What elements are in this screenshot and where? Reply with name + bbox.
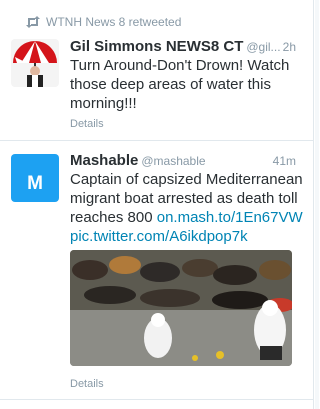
author-name[interactable]: Gil Simmons NEWS8 CT: [70, 38, 243, 55]
migrant-boat-photo: [70, 250, 292, 366]
retweet-context: WTNH News 8 retweeted: [46, 15, 182, 29]
tweet-link-pic[interactable]: pic.twitter.com/A6ikdpop7k: [70, 228, 248, 245]
author-handle[interactable]: @mashable: [141, 154, 205, 168]
tweet-gil-simmons[interactable]: WTNH News 8 retweeted Gil Simmons NEWS8 …: [0, 0, 313, 141]
author-name[interactable]: Mashable: [70, 152, 138, 169]
avatar-letter: M: [27, 173, 43, 194]
tweet-text: Captain of capsized Mediterranean migran…: [70, 170, 308, 246]
avatar[interactable]: M: [11, 154, 59, 202]
scrollbar[interactable]: [315, 0, 319, 409]
author-handle[interactable]: @gil...: [246, 40, 280, 54]
tweet-text: Turn Around-Don't Drown! Watch those dee…: [70, 57, 290, 112]
avatar[interactable]: [11, 39, 59, 87]
tweet-time[interactable]: 41m: [273, 152, 296, 170]
tweet-mashable[interactable]: M Mashable @mashable 41m Captain of capsi…: [0, 142, 313, 400]
tweet-header: Gil Simmons NEWS8 CT @gil... 2h: [70, 38, 296, 56]
umbrella-avatar-icon: [11, 39, 59, 87]
details-link[interactable]: Details: [70, 117, 104, 131]
tweet-header: Mashable @mashable 41m: [70, 152, 296, 170]
details-link[interactable]: Details: [70, 377, 104, 391]
tweet-link-mash[interactable]: on.mash.to/1En67VW: [157, 209, 303, 226]
tweet-media-image[interactable]: [70, 250, 292, 366]
tweet-time[interactable]: 2h: [283, 38, 296, 56]
tweet-feed[interactable]: WTNH News 8 retweeted Gil Simmons NEWS8 …: [0, 0, 314, 409]
retweet-icon: [26, 16, 40, 28]
